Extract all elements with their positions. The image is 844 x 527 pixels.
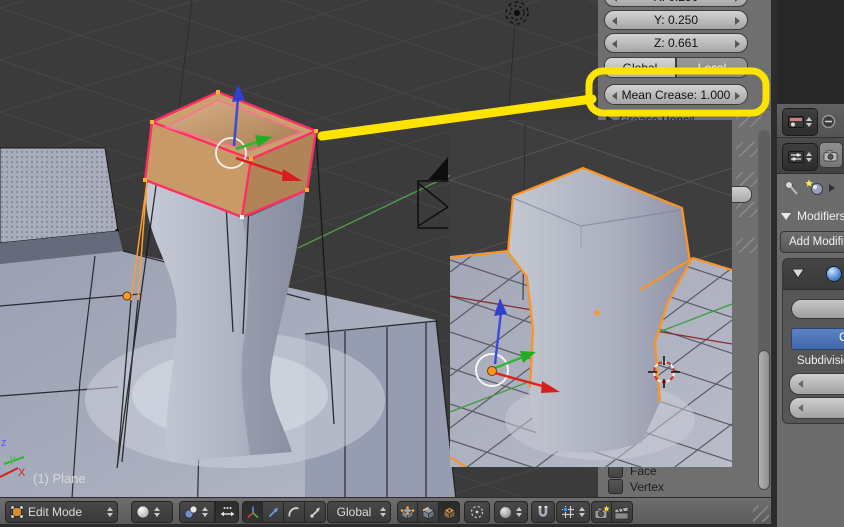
render-still-icon: [594, 505, 610, 519]
snap-magnet-icon: [538, 506, 548, 517]
scrollbar-thumb[interactable]: [758, 350, 770, 490]
snap-element-dropdown[interactable]: [556, 501, 590, 523]
modifier-wrench-icon[interactable]: [804, 178, 826, 197]
snap-increment-icon: [562, 506, 574, 518]
axis-manipulator-icon: [246, 506, 259, 519]
render-still-button[interactable]: [591, 501, 612, 523]
translate-button[interactable]: [263, 501, 284, 523]
dropdown-arrows-icon: [380, 507, 386, 517]
collapse-triangle-icon: [781, 212, 791, 220]
dropdown-arrows-icon: [579, 507, 585, 517]
scale-button[interactable]: [305, 501, 326, 523]
manipulator-mode-group: [242, 501, 326, 523]
modifier-header[interactable]: [783, 259, 844, 290]
viewport-shading-icon: [136, 505, 150, 519]
scale-icon: [310, 507, 320, 518]
render-anim-icon: [614, 506, 629, 519]
dropdown-arrows-icon: [107, 507, 113, 517]
proportional-edit-button[interactable]: [464, 501, 490, 523]
orientation-dropdown[interactable]: Global: [327, 501, 391, 523]
n-panel-scrollbar[interactable]: [758, 130, 770, 490]
pin-icon[interactable]: [783, 180, 800, 197]
properties-editor-type-button[interactable]: [782, 143, 818, 171]
shading-dropdown[interactable]: [131, 501, 173, 523]
global-toggle[interactable]: Global: [604, 57, 676, 78]
face-select-icon[interactable]: [439, 501, 460, 523]
pivot-point-icon: [184, 505, 198, 519]
vertex-checkbox-row[interactable]: Vertex: [608, 479, 664, 494]
corner-resize-grip[interactable]: [753, 506, 769, 522]
expand-triangle-icon[interactable]: [791, 268, 805, 279]
add-modifier-button[interactable]: Add Modifier: [780, 231, 844, 253]
falloff-dropdown[interactable]: [494, 501, 528, 523]
select-mode-group: [397, 501, 460, 523]
axis-z-label: z: [1, 437, 7, 449]
translate-icon: [268, 507, 278, 518]
edit-mode-icon: [10, 505, 24, 519]
dropdown-arrows-icon: [516, 507, 522, 517]
panel-grip[interactable]: [736, 112, 762, 127]
render-anim-button[interactable]: [612, 501, 633, 523]
catmull-clark-button[interactable]: Catmull-Clark: [791, 328, 844, 350]
dropdown-arrows-icon: [806, 152, 812, 162]
rotate-icon: [288, 507, 299, 517]
object-info: (1) Plane: [33, 471, 86, 486]
render-group: [591, 501, 633, 523]
proportional-edit-icon: [470, 505, 484, 519]
dropdown-arrows-icon: [202, 507, 208, 517]
subsurf-icon: [826, 266, 842, 282]
median-z-field[interactable]: Z: 0.661: [604, 33, 748, 53]
view-subdivisions-slider[interactable]: [789, 373, 844, 395]
remove-icon[interactable]: [821, 114, 836, 129]
axis-manipulator-button[interactable]: [242, 501, 263, 523]
editor-type-button[interactable]: [782, 108, 818, 136]
rotate-button[interactable]: [284, 501, 305, 523]
mode-dropdown[interactable]: Edit Mode: [5, 501, 118, 523]
subdivisions-label: Subdivisions:: [797, 355, 844, 367]
render-subdivisions-slider[interactable]: [789, 397, 844, 419]
image-editor-area[interactable]: [777, 0, 844, 104]
manipulator-toggle-icon: [220, 507, 234, 517]
modifiers-panel-header[interactable]: Modifiers: [781, 209, 844, 223]
snap-toggle[interactable]: [531, 501, 555, 523]
context-chevron-icon: [829, 184, 835, 192]
object-origin: [122, 291, 132, 301]
falloff-icon: [500, 506, 511, 518]
render-tab-icon: [823, 149, 838, 161]
mean-crease-field[interactable]: Mean Crease: 1.000: [604, 84, 748, 105]
render-tab-button[interactable]: [819, 142, 843, 168]
dropdown-arrows-icon: [154, 507, 160, 517]
axis-x-label: X: [18, 467, 26, 479]
pivot-dropdown[interactable]: [179, 501, 215, 523]
median-y-field[interactable]: Y: 0.250: [604, 10, 748, 30]
vertex-select-icon[interactable]: [397, 501, 418, 523]
inset-image: [450, 120, 732, 467]
median-x-field[interactable]: X: 0.250: [604, 0, 748, 7]
plane-far-patch[interactable]: [0, 147, 119, 244]
edge-select-icon[interactable]: [418, 501, 439, 523]
local-toggle[interactable]: Local: [676, 57, 748, 78]
viewport-header: Edit Mode Global: [0, 497, 771, 527]
blender-window: z y X (1) Plane X: 0.250 Y: 0.250 Z: 0.6…: [0, 0, 844, 527]
vertex-checkbox[interactable]: [608, 479, 623, 494]
manipulator-toggle[interactable]: [215, 501, 239, 523]
subsurf-modifier-box: Catmull-Clark Subdivisions:: [782, 258, 844, 424]
properties-editor-icon: [788, 151, 804, 163]
active-vertex: [240, 215, 244, 219]
right-column: Modifiers Add Modifier Catmull-Clark: [777, 0, 844, 527]
editor-type-icon: [788, 116, 804, 128]
dropdown-arrows-icon: [806, 117, 812, 127]
subdivision-mode-button[interactable]: [791, 299, 844, 319]
axis-y-label: y: [10, 453, 16, 465]
